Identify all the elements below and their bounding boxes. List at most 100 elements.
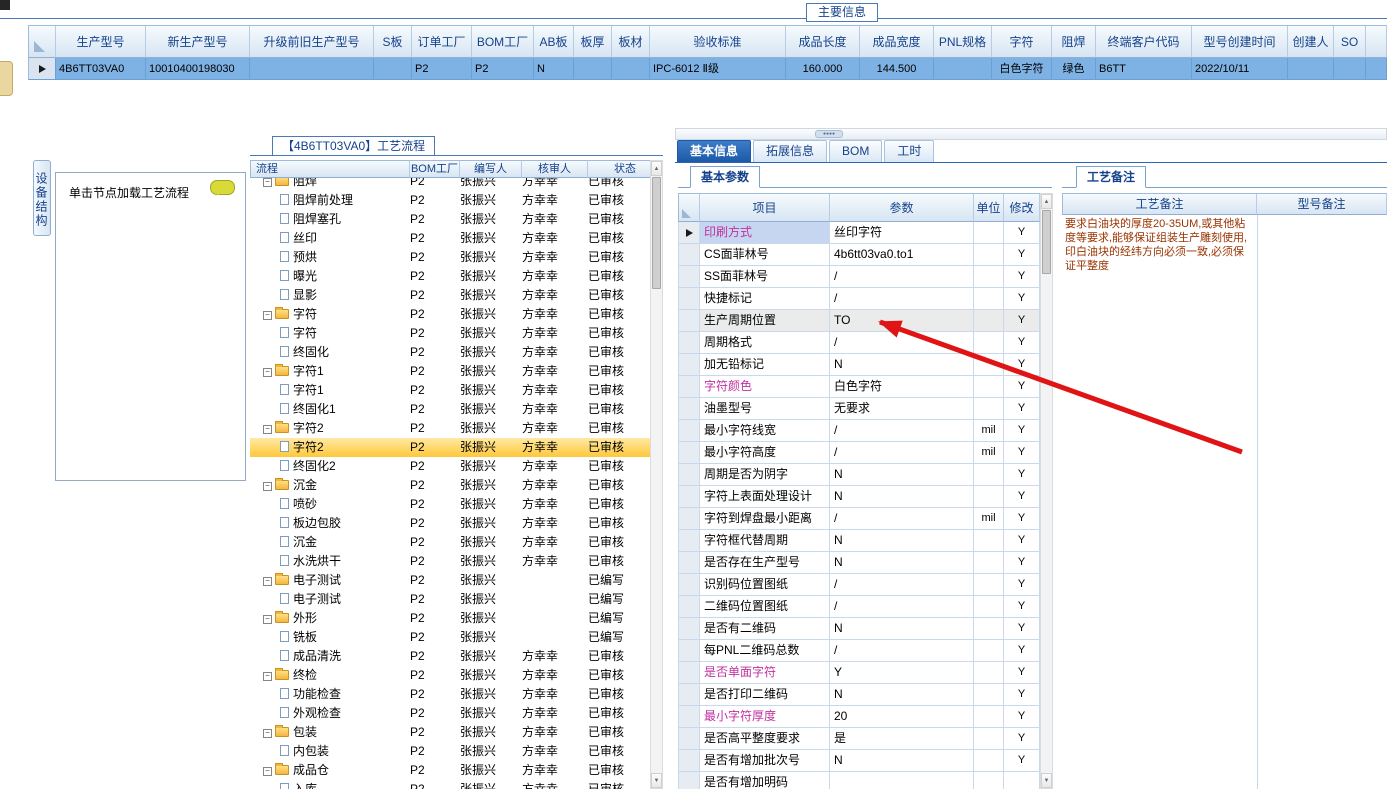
equipment-structure-tab[interactable]: 设备结构 [33,160,51,236]
tree-row[interactable]: 成品清洗 P2 张振兴 方幸幸 已审核 [250,647,663,666]
horizontal-splitter[interactable] [675,128,1387,140]
column-header[interactable]: 创建人 [1288,25,1334,58]
param-row[interactable]: 识别码位置图纸 / Y [678,574,1040,596]
column-header[interactable]: 生产型号 [56,25,146,58]
tree-scrollbar[interactable]: ▲ ▼ [650,160,663,789]
expand-toggle-icon[interactable]: − [263,729,272,738]
column-header[interactable]: PNL规格 [934,25,992,58]
param-value[interactable]: / [830,640,974,662]
tab-拓展信息[interactable]: 拓展信息 [753,140,828,162]
tree-row[interactable]: − 成品仓 P2 张振兴 方幸幸 已审核 [250,761,663,780]
tree-row[interactable]: 电子测试 P2 张振兴 已编写 [250,590,663,609]
expand-toggle-icon[interactable]: − [263,577,272,586]
tree-row[interactable]: 阻焊塞孔 P2 张振兴 方幸幸 已审核 [250,210,663,229]
scroll-down-icon[interactable]: ▼ [1041,773,1052,788]
param-row[interactable]: 最小字符厚度 20 Y [678,706,1040,728]
param-row[interactable]: 字符框代替周期 N Y [678,530,1040,552]
param-column-header[interactable]: 单位 [974,193,1004,222]
tree-column-header[interactable]: 核审人 [522,160,588,178]
param-row[interactable]: 周期格式 / Y [678,332,1040,354]
tree-column-header[interactable]: 流程 [250,160,410,178]
param-value[interactable]: / [830,420,974,442]
tree-row[interactable]: − 字符2 P2 张振兴 方幸幸 已审核 [250,419,663,438]
tab-BOM[interactable]: BOM [829,140,883,162]
column-header[interactable]: 板厚 [574,25,612,58]
tab-basic-params[interactable]: 基本参数 [690,166,761,188]
param-value[interactable]: 白色字符 [830,376,974,398]
param-value[interactable]: TO [830,310,974,332]
column-header[interactable]: 成品宽度 [860,25,934,58]
param-value[interactable]: / [830,288,974,310]
param-value[interactable]: / [830,442,974,464]
param-row[interactable]: 二维码位置图纸 / Y [678,596,1040,618]
notes-column-header[interactable]: 型号备注 [1257,193,1387,215]
param-row[interactable]: 快捷标记 / Y [678,288,1040,310]
param-row[interactable]: 每PNL二维码总数 / Y [678,640,1040,662]
param-value[interactable]: N [830,750,974,772]
splitter-handle[interactable]: ●●●● [815,130,843,138]
expand-toggle-icon[interactable]: − [263,368,272,377]
scroll-down-icon[interactable]: ▼ [651,773,662,788]
param-value[interactable]: 20 [830,706,974,728]
tree-row[interactable]: 外观检查 P2 张振兴 方幸幸 已审核 [250,704,663,723]
tab-基本信息[interactable]: 基本信息 [677,140,752,162]
tree-row[interactable]: 入库 P2 张振兴 方幸幸 已审核 [250,780,663,789]
expand-toggle-icon[interactable]: − [263,767,272,776]
param-row[interactable]: 字符到焊盘最小距离 / mil Y [678,508,1040,530]
column-header[interactable]: 型号创建时间 [1192,25,1288,58]
tree-row[interactable]: 显影 P2 张振兴 方幸幸 已审核 [250,286,663,305]
param-value[interactable]: N [830,684,974,706]
column-header[interactable]: 阻焊 [1052,25,1096,58]
tree-row[interactable]: − 电子测试 P2 张振兴 已编写 [250,571,663,590]
param-value[interactable]: / [830,596,974,618]
tree-row[interactable]: 字符1 P2 张振兴 方幸幸 已审核 [250,381,663,400]
param-row[interactable]: 最小字符线宽 / mil Y [678,420,1040,442]
param-value[interactable]: N [830,464,974,486]
expand-toggle-icon[interactable]: − [263,178,272,187]
expand-toggle-icon[interactable]: − [263,311,272,320]
param-row[interactable]: 加无铅标记 N Y [678,354,1040,376]
param-value[interactable]: / [830,574,974,596]
tree-row[interactable]: 水洗烘干 P2 张振兴 方幸幸 已审核 [250,552,663,571]
main-info-selected-row[interactable]: 4B6TT03VA0 10010400198030 P2 P2 N IPC-6012 Ⅱ级… [28,58,1387,80]
tree-row[interactable]: 内包装 P2 张振兴 方幸幸 已审核 [250,742,663,761]
tab-工时[interactable]: 工时 [884,140,935,162]
param-value[interactable]: 丝印字符 [830,222,974,244]
expand-toggle-icon[interactable]: − [263,672,272,681]
param-row[interactable]: 是否有二维码 N Y [678,618,1040,640]
column-header[interactable]: 验收标准 [650,25,786,58]
param-row[interactable]: 印刷方式 丝印字符 Y [678,222,1040,244]
tree-row[interactable]: − 字符 P2 张振兴 方幸幸 已审核 [250,305,663,324]
param-row[interactable]: SS面菲林号 / Y [678,266,1040,288]
column-header[interactable]: BOM工厂 [472,25,534,58]
params-scrollbar[interactable]: ▲ ▼ [1040,193,1053,789]
expand-toggle-icon[interactable]: − [263,425,272,434]
notes-column-header[interactable]: 工艺备注 [1062,193,1257,215]
param-row[interactable]: 油墨型号 无要求 Y [678,398,1040,420]
column-header[interactable]: 终端客户代码 [1096,25,1192,58]
param-row[interactable]: 是否高平整度要求是 Y [678,728,1040,750]
tree-row[interactable]: 阻焊前处理 P2 张振兴 方幸幸 已审核 [250,191,663,210]
tree-row[interactable]: 字符 P2 张振兴 方幸幸 已审核 [250,324,663,343]
column-header[interactable]: SO [1334,25,1366,58]
tree-row[interactable]: 铣板 P2 张振兴 已编写 [250,628,663,647]
param-value[interactable]: N [830,618,974,640]
param-row[interactable]: 是否打印二维码 N Y [678,684,1040,706]
column-header[interactable]: 板材 [612,25,650,58]
column-header[interactable]: S板 [374,25,412,58]
param-value[interactable]: 4b6tt03va0.to1 [830,244,974,266]
param-row[interactable]: 最小字符高度 / mil Y [678,442,1040,464]
param-value[interactable]: Y [830,662,974,684]
tree-row[interactable]: 预烘 P2 张振兴 方幸幸 已审核 [250,248,663,267]
tree-row[interactable]: − 外形 P2 张振兴 已编写 [250,609,663,628]
expand-toggle-icon[interactable]: − [263,615,272,624]
param-row[interactable]: 生产周期位置 TO Y [678,310,1040,332]
tree-row[interactable]: 终固化1 P2 张振兴 方幸幸 已审核 [250,400,663,419]
tree-row[interactable]: 板边包胶 P2 张振兴 方幸幸 已审核 [250,514,663,533]
tree-row[interactable]: 丝印 P2 张振兴 方幸幸 已审核 [250,229,663,248]
tab-process-notes[interactable]: 工艺备注 [1076,166,1147,188]
param-value[interactable]: N [830,486,974,508]
tree-row[interactable]: 功能检查 P2 张振兴 方幸幸 已审核 [250,685,663,704]
column-header[interactable]: 字符 [992,25,1052,58]
tree-column-header[interactable]: BOM工厂 [410,160,460,178]
